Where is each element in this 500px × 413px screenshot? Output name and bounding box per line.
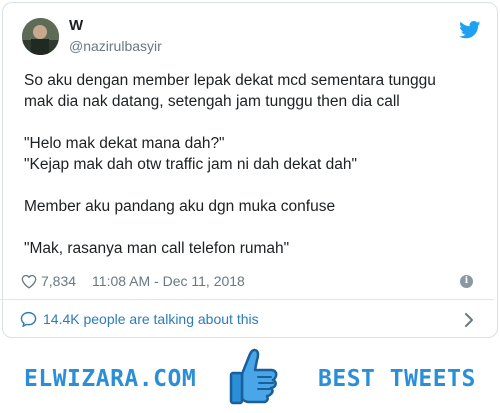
avatar[interactable] <box>22 18 59 55</box>
timestamp[interactable]: 11:08 AM - Dec 11, 2018 <box>92 273 245 289</box>
conversation-label: 14.4K people are talking about this <box>43 311 259 327</box>
heart-icon[interactable] <box>21 274 37 289</box>
tweet-text: So aku dengan member lepak dekat mcd sem… <box>24 72 436 257</box>
conversation-link[interactable]: 14.4K people are talking about this <box>20 311 259 327</box>
twitter-bird-icon[interactable] <box>459 21 481 39</box>
best-tweets-tagline: BEST TWEETS <box>318 366 476 392</box>
display-name[interactable]: W <box>69 17 83 34</box>
tweet-meta: 7,834 11:08 AM - Dec 11, 2018 <box>21 271 245 291</box>
user-handle[interactable]: @nazirulbasyir <box>69 38 162 54</box>
chevron-right-icon[interactable] <box>464 312 474 328</box>
site-brand: ELWIZARA.COM <box>24 366 197 392</box>
comment-bubble-icon <box>20 311 37 327</box>
thumbs-up-icon <box>229 348 278 405</box>
like-count[interactable]: 7,834 <box>41 273 76 289</box>
info-icon[interactable]: i <box>460 275 473 288</box>
divider <box>0 299 494 300</box>
